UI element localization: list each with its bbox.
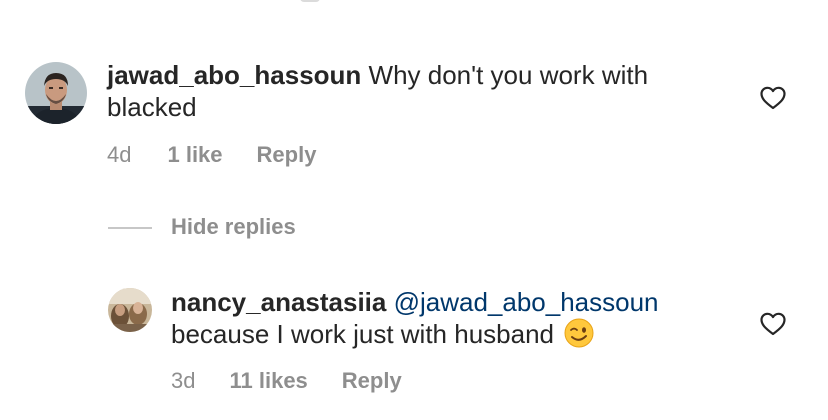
comment-username[interactable]: jawad_abo_hassoun <box>107 60 361 90</box>
reply-likes-count[interactable]: 11 likes <box>229 368 307 394</box>
replies-divider <box>108 227 152 229</box>
user-avatar-image <box>108 288 152 332</box>
previous-comment-remnant <box>300 0 320 2</box>
user-avatar-image <box>25 62 87 124</box>
like-button[interactable] <box>760 86 786 110</box>
reply-username[interactable]: nancy_anastasiia <box>171 287 386 317</box>
heart-outline-icon <box>760 312 786 336</box>
avatar[interactable] <box>108 288 152 332</box>
hide-replies-button[interactable]: Hide replies <box>171 214 296 240</box>
comment-text: Why don't you work with <box>361 60 649 90</box>
reply-meta: 3d 11 likes Reply <box>171 368 402 394</box>
winking-face-emoji <box>564 318 594 348</box>
comment-body: jawad_abo_hassoun Why don't you work wit… <box>107 59 747 123</box>
mention-link[interactable]: @jawad_abo_hassoun <box>394 287 659 317</box>
reply-button[interactable]: Reply <box>342 368 402 394</box>
comment-likes-count[interactable]: 1 like <box>167 142 222 168</box>
avatar[interactable] <box>25 62 87 124</box>
heart-outline-icon <box>760 86 786 110</box>
reply-body: nancy_anastasiia @jawad_abo_hassoun beca… <box>171 286 751 350</box>
winking-face-icon <box>564 318 594 348</box>
comment-timestamp: 4d <box>107 142 132 167</box>
comment-meta: 4d 1 like Reply <box>107 142 316 168</box>
reply-timestamp: 3d <box>171 368 196 393</box>
like-button[interactable] <box>760 312 786 336</box>
reply-button[interactable]: Reply <box>257 142 317 168</box>
reply-text: because I work just with husband <box>171 319 554 349</box>
comment-text-continued: blacked <box>107 92 197 122</box>
